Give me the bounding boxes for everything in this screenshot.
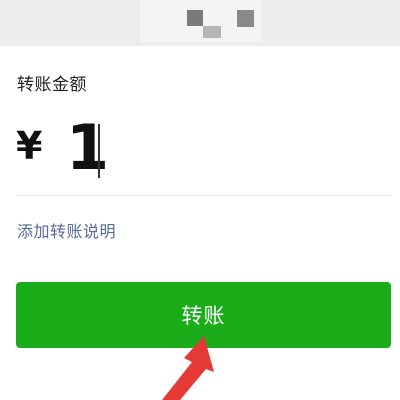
divider <box>16 195 392 196</box>
transfer-page: 转账金额 ¥ 1 添加转账说明 转账 <box>0 0 400 400</box>
recipient-header <box>0 0 400 46</box>
amount-input[interactable]: 1 <box>66 113 109 183</box>
red-arrow-icon <box>162 336 214 400</box>
pixelated-avatar-icon <box>0 0 400 46</box>
amount-label: 转账金额 <box>17 75 87 95</box>
arrow-shape <box>162 336 214 400</box>
add-transfer-note-link[interactable]: 添加转账说明 <box>17 218 116 242</box>
currency-symbol: ¥ <box>16 124 43 168</box>
text-cursor <box>98 124 100 178</box>
